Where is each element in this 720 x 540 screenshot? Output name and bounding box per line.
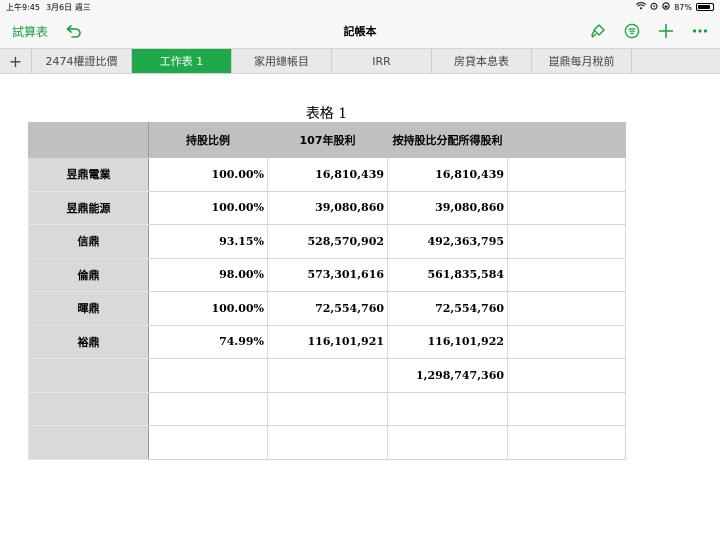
row-header-cell[interactable] <box>28 358 149 393</box>
table-row: 信鼎 93.15% 528,570,902 492,363,795 <box>28 224 626 259</box>
rotation-lock-icon <box>662 2 670 12</box>
table-cell[interactable] <box>507 425 626 460</box>
tab-irr[interactable]: IRR <box>332 49 432 73</box>
header-cell-allocated[interactable]: 按持股比分配所得股利 <box>387 122 508 158</box>
sheet-tabs: + 2474權證比價 工作表 1 家用總帳目 IRR 房貸本息表 崑鼎每月稅前 <box>0 48 720 74</box>
row-header-cell[interactable]: 倫鼎 <box>28 257 149 292</box>
table-cell[interactable]: 16,810,439 <box>267 157 388 192</box>
table-cell[interactable]: 39,080,860 <box>387 190 508 225</box>
ellipsis-icon[interactable] <box>692 28 708 34</box>
header-cell-dividend[interactable]: 107年股利 <box>267 122 388 158</box>
table-cell[interactable]: 100.00% <box>148 190 268 225</box>
toolbar: 試算表 記帳本 <box>0 14 720 48</box>
table-cell[interactable] <box>148 358 268 393</box>
table-cell[interactable]: 100.00% <box>148 157 268 192</box>
status-bar: 上午9:45 3月6日 週三 87% <box>0 0 720 14</box>
undo-arrow-icon[interactable] <box>66 24 82 38</box>
wifi-icon <box>636 2 647 12</box>
table-cell[interactable]: 528,570,902 <box>267 224 388 259</box>
table-cell[interactable]: 72,554,760 <box>387 291 508 326</box>
header-row: 持股比例 107年股利 按持股比分配所得股利 <box>28 122 626 158</box>
table-title[interactable]: 表格 1 <box>28 103 625 123</box>
table-cell[interactable]: 100.00% <box>148 291 268 326</box>
table-row: 昱鼎能源 100.00% 39,080,860 39,080,860 <box>28 190 626 225</box>
row-header-cell[interactable]: 裕鼎 <box>28 324 149 359</box>
table-cell[interactable] <box>507 391 626 426</box>
table-cell[interactable]: 72,554,760 <box>267 291 388 326</box>
table-cell[interactable]: 93.15% <box>148 224 268 259</box>
table-cell[interactable]: 492,363,795 <box>387 224 508 259</box>
table-cell[interactable]: 74.99% <box>148 324 268 359</box>
tab-worksheet-1[interactable]: 工作表 1 <box>132 49 232 73</box>
plus-icon[interactable] <box>658 23 674 39</box>
row-header-cell[interactable] <box>28 425 149 460</box>
tab-mortgage[interactable]: 房貸本息表 <box>432 49 532 73</box>
table-cell[interactable] <box>507 257 626 292</box>
table-row <box>28 425 626 460</box>
battery-icon <box>696 3 714 11</box>
table-cell[interactable]: 16,810,439 <box>387 157 508 192</box>
table-cell[interactable] <box>507 324 626 359</box>
battery-fill <box>698 5 711 9</box>
row-header-cell[interactable] <box>28 391 149 426</box>
table-row: 倫鼎 98.00% 573,301,616 561,835,584 <box>28 257 626 292</box>
alarm-icon <box>650 2 658 12</box>
table-cell[interactable] <box>387 425 508 460</box>
table-cell[interactable] <box>507 190 626 225</box>
table-row: 昱鼎電業 100.00% 16,810,439 16,810,439 <box>28 157 626 192</box>
status-date: 3月6日 週三 <box>45 2 91 12</box>
table-cell[interactable]: 98.00% <box>148 257 268 292</box>
filter-list-icon[interactable] <box>624 23 640 39</box>
row-header-cell[interactable]: 信鼎 <box>28 224 149 259</box>
table-row: 暉鼎 100.00% 72,554,760 72,554,760 <box>28 291 626 326</box>
table-cell[interactable] <box>148 425 268 460</box>
table-cell[interactable] <box>267 391 388 426</box>
table-cell[interactable]: 573,301,616 <box>267 257 388 292</box>
paintbrush-icon[interactable] <box>590 23 606 39</box>
table-cell[interactable]: 116,101,922 <box>387 324 508 359</box>
table-cell[interactable] <box>267 358 388 393</box>
table-cell[interactable] <box>507 224 626 259</box>
tab-household-ledger[interactable]: 家用總帳目 <box>232 49 332 73</box>
table-cell[interactable] <box>507 157 626 192</box>
table-cell[interactable]: 1,298,747,360 <box>387 358 508 393</box>
header-cell-blank[interactable] <box>507 122 626 158</box>
header-cell-ratio[interactable]: 持股比例 <box>148 122 268 158</box>
table-cell[interactable]: 39,080,860 <box>267 190 388 225</box>
table-cell[interactable] <box>148 391 268 426</box>
status-time: 上午9:45 <box>6 2 40 12</box>
row-header-cell[interactable]: 暉鼎 <box>28 291 149 326</box>
tab-2474[interactable]: 2474權證比價 <box>32 49 132 73</box>
table-cell[interactable] <box>507 358 626 393</box>
header-cell-corner[interactable] <box>28 122 149 158</box>
row-header-cell[interactable]: 昱鼎能源 <box>28 190 149 225</box>
spreadsheets-button[interactable]: 試算表 <box>12 23 48 40</box>
table-cell[interactable]: 116,101,921 <box>267 324 388 359</box>
spreadsheet-table: 持股比例 107年股利 按持股比分配所得股利 昱鼎電業 100.00% 16,810… <box>28 122 626 460</box>
add-sheet-button[interactable]: + <box>0 49 32 73</box>
table-cell[interactable] <box>267 425 388 460</box>
table-cell[interactable] <box>387 391 508 426</box>
tab-kunding-monthly[interactable]: 崑鼎每月稅前 <box>532 49 632 73</box>
table-cell[interactable] <box>507 291 626 326</box>
table-row: 裕鼎 74.99% 116,101,921 116,101,922 <box>28 324 626 359</box>
table-cell[interactable]: 561,835,584 <box>387 257 508 292</box>
table-row: 1,298,747,360 <box>28 358 626 393</box>
table-row <box>28 391 626 426</box>
battery-percent: 87% <box>674 2 692 12</box>
row-header-cell[interactable]: 昱鼎電業 <box>28 157 149 192</box>
